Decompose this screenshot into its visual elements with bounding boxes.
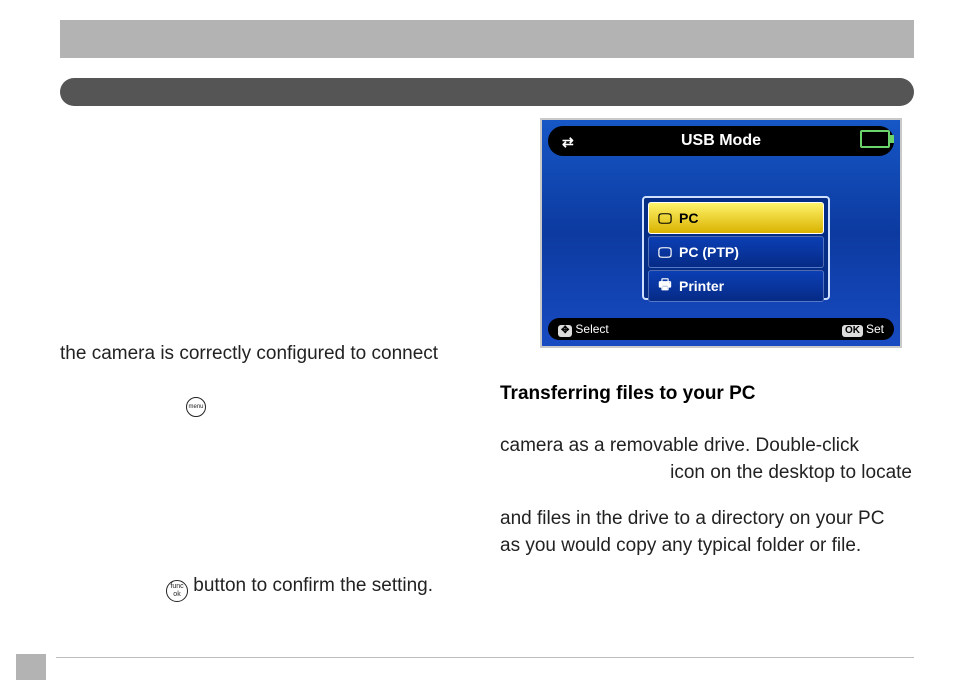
func-ok-icon: func ok (166, 580, 188, 602)
ok-label: ok (173, 591, 180, 598)
func-label: func (170, 583, 183, 590)
menu-icon: menu (186, 397, 206, 417)
option-printer-label: Printer (679, 278, 724, 294)
p1-line1: camera as a removable drive. Double-clic… (500, 435, 859, 456)
section-heading: Transferring files to your PC (500, 380, 912, 408)
camera-lcd-screenshot: ⇄ USB Mode 🖵 PC 🖵 PC (PTP) 🖶 Printer ✥Se… (540, 118, 902, 348)
footer-ok-label: Set (866, 322, 884, 336)
page-number-box (16, 654, 46, 680)
confirm-setting-text: button to confirm the setting. (188, 575, 433, 596)
option-pc-label: PC (679, 210, 698, 226)
usb-icon: ⇄ (562, 135, 574, 149)
header-grey-bar (60, 20, 914, 58)
body-text-fragment: the camera is correctly configured to co… (60, 340, 438, 368)
option-printer[interactable]: 🖶 Printer (648, 270, 824, 302)
option-pc-ptp[interactable]: 🖵 PC (PTP) (648, 236, 824, 268)
p2-line1: and files in the drive to a directory on… (500, 508, 884, 529)
footer-ok: OKSet (842, 322, 884, 337)
body-paragraph-1: camera as a removable drive. Double-clic… (500, 432, 912, 487)
option-pc[interactable]: 🖵 PC (648, 202, 824, 234)
monitor-icon: 🖵 (655, 210, 675, 227)
footer-select: ✥Select (558, 322, 609, 337)
dpad-icon: ✥ (558, 325, 572, 337)
usb-mode-options: 🖵 PC 🖵 PC (PTP) 🖶 Printer (642, 196, 830, 300)
p2-line2: as you would copy any typical folder or … (500, 535, 861, 556)
lcd-title-bar: ⇄ USB Mode (548, 126, 894, 156)
ok-button-icon: OK (842, 325, 863, 337)
footer-rule (56, 657, 914, 658)
right-column: Transferring files to your PC camera as … (500, 380, 912, 560)
option-pc-ptp-label: PC (PTP) (679, 244, 739, 260)
footer-select-label: Select (575, 322, 608, 336)
lcd-title: USB Mode (681, 132, 761, 150)
body-paragraph-2: and files in the drive to a directory on… (500, 505, 912, 560)
monitor-transfer-icon: 🖵 (655, 244, 675, 261)
p1-line2: icon on the desktop to locate (500, 459, 912, 487)
printer-icon: 🖶 (655, 274, 675, 298)
battery-icon (860, 130, 890, 148)
confirm-setting-line: func ok button to confirm the setting. (166, 575, 496, 602)
lcd-footer-bar: ✥Select OKSet (548, 318, 894, 340)
chapter-title-bar (60, 78, 914, 106)
menu-button-reference: menu (186, 392, 206, 417)
